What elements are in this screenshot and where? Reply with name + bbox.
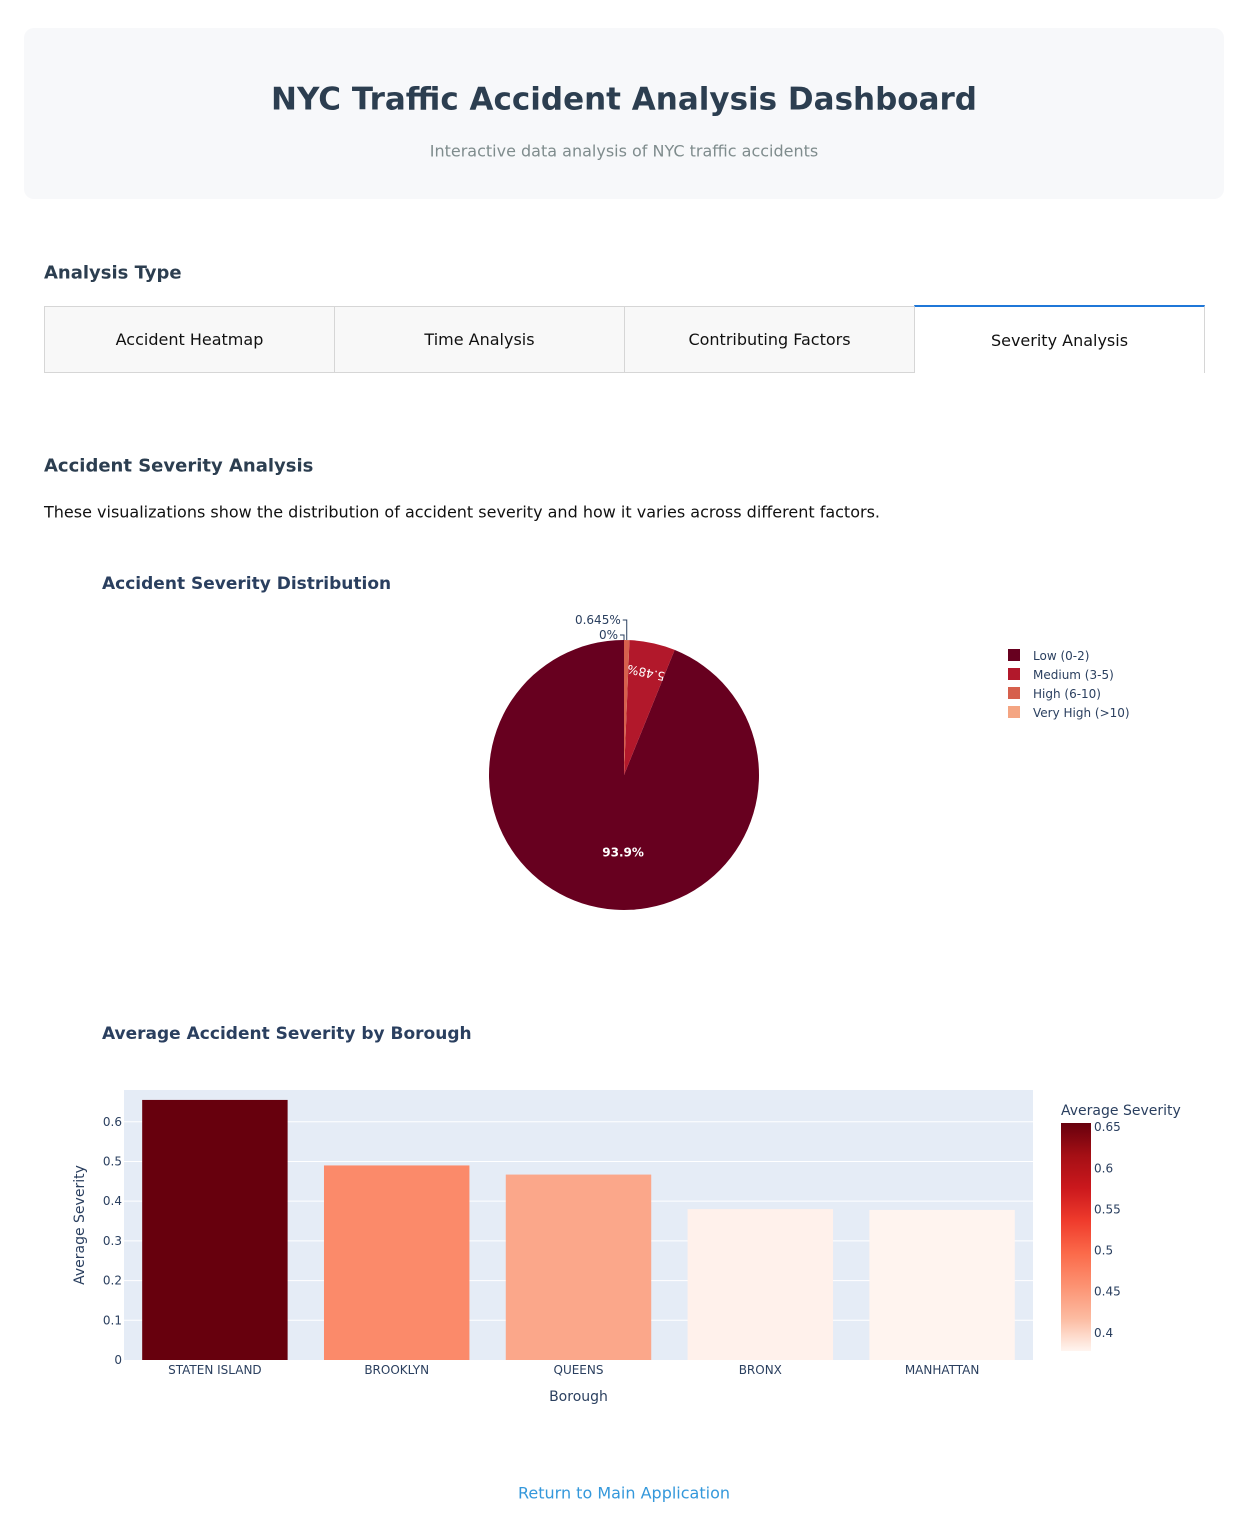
- y-tick-label: 0.5: [103, 1154, 122, 1168]
- bar-brooklyn[interactable]: [323, 1165, 470, 1360]
- tab-contributing-factors[interactable]: Contributing Factors: [624, 306, 915, 373]
- y-tick-label: 0.3: [103, 1234, 122, 1248]
- tab-accident-heatmap[interactable]: Accident Heatmap: [44, 306, 335, 373]
- legend-label: Medium (3-5): [1033, 668, 1114, 682]
- page-subtitle: Interactive data analysis of NYC traffic…: [429, 141, 819, 161]
- bar-bronx[interactable]: [687, 1209, 834, 1360]
- y-tick-label: 0.1: [103, 1313, 122, 1327]
- pie-slice-label: 93.9%: [602, 845, 644, 859]
- x-tick-label: STATEN ISLAND: [168, 1363, 262, 1377]
- x-tick-label: MANHATTAN: [905, 1363, 980, 1377]
- legend-item-very-high-10[interactable]: Very High (>10): [1008, 706, 1130, 720]
- legend-item-high-6-10[interactable]: High (6-10): [1008, 687, 1101, 701]
- y-tick-label: 0.6: [103, 1115, 122, 1129]
- colorbar-tick-label: 0.45: [1094, 1285, 1121, 1299]
- return-to-main-link[interactable]: Return to Main Application: [0, 1484, 1248, 1503]
- bar-staten-island[interactable]: [142, 1099, 288, 1360]
- colorbar-tick-label: 0.5: [1094, 1244, 1113, 1258]
- legend-swatch: [1008, 649, 1020, 661]
- legend-label: Low (0-2): [1033, 649, 1089, 663]
- legend-swatch: [1008, 668, 1020, 680]
- colorbar-tick-label: 0.4: [1094, 1326, 1113, 1340]
- pie-leader-line: [620, 634, 625, 640]
- dashboard-header: NYC Traffic Accident Analysis Dashboard …: [24, 28, 1224, 199]
- severity-pie-chart: 93.9%5.48%0.645%0%Low (0-2)Medium (3-5)H…: [488, 613, 1130, 910]
- pie-slice-label: 0.645%: [575, 613, 621, 627]
- tab-severity-analysis[interactable]: Severity Analysis: [914, 305, 1205, 373]
- y-tick-label: 0.4: [103, 1194, 122, 1208]
- pie-leader-line: [622, 619, 628, 641]
- legend-label: High (6-10): [1033, 687, 1101, 701]
- analysis-tabs: Accident Heatmap Time Analysis Contribut…: [44, 305, 1205, 373]
- tab-time-analysis[interactable]: Time Analysis: [334, 306, 625, 373]
- page-title: NYC Traffic Accident Analysis Dashboard: [271, 81, 977, 118]
- colorbar-tick-label: 0.55: [1094, 1202, 1121, 1216]
- section-description: These visualizations show the distributi…: [44, 502, 880, 522]
- bar-manhattan[interactable]: [869, 1209, 1015, 1360]
- section-title: Accident Severity Analysis: [44, 455, 314, 477]
- bar-chart-title: Average Accident Severity by Borough: [102, 1024, 472, 1044]
- colorbar: [1061, 1123, 1091, 1351]
- colorbar-tick-label: 0.6: [1094, 1161, 1113, 1175]
- y-tick-label: 0: [114, 1353, 122, 1367]
- borough-bar-chart: 0 0.1 0.2 0.3 0.4 0.5 0.6 STATEN ISLAND BROOKLYN…: [72, 1090, 1181, 1405]
- legend-item-medium-3-5[interactable]: Medium (3-5): [1008, 668, 1114, 682]
- legend-swatch: [1008, 706, 1020, 718]
- x-tick-label: BROOKLYN: [364, 1363, 429, 1377]
- legend-item-low-0-2[interactable]: Low (0-2): [1008, 649, 1089, 663]
- x-axis-title: Borough: [549, 1389, 608, 1405]
- analysis-type-label: Analysis Type: [44, 262, 182, 284]
- x-tick-label: QUEENS: [554, 1363, 604, 1377]
- colorbar-title: Average Severity: [1061, 1103, 1181, 1119]
- legend-label: Very High (>10): [1033, 706, 1130, 720]
- y-tick-label: 0.2: [103, 1274, 122, 1288]
- y-axis-title: Average Severity: [72, 1165, 88, 1285]
- legend-swatch: [1008, 687, 1020, 699]
- colorbar-tick-label: 0.65: [1094, 1120, 1121, 1134]
- pie-slice-label: 0%: [599, 628, 618, 642]
- x-tick-label: BRONX: [739, 1363, 782, 1377]
- bar-queens[interactable]: [505, 1174, 652, 1360]
